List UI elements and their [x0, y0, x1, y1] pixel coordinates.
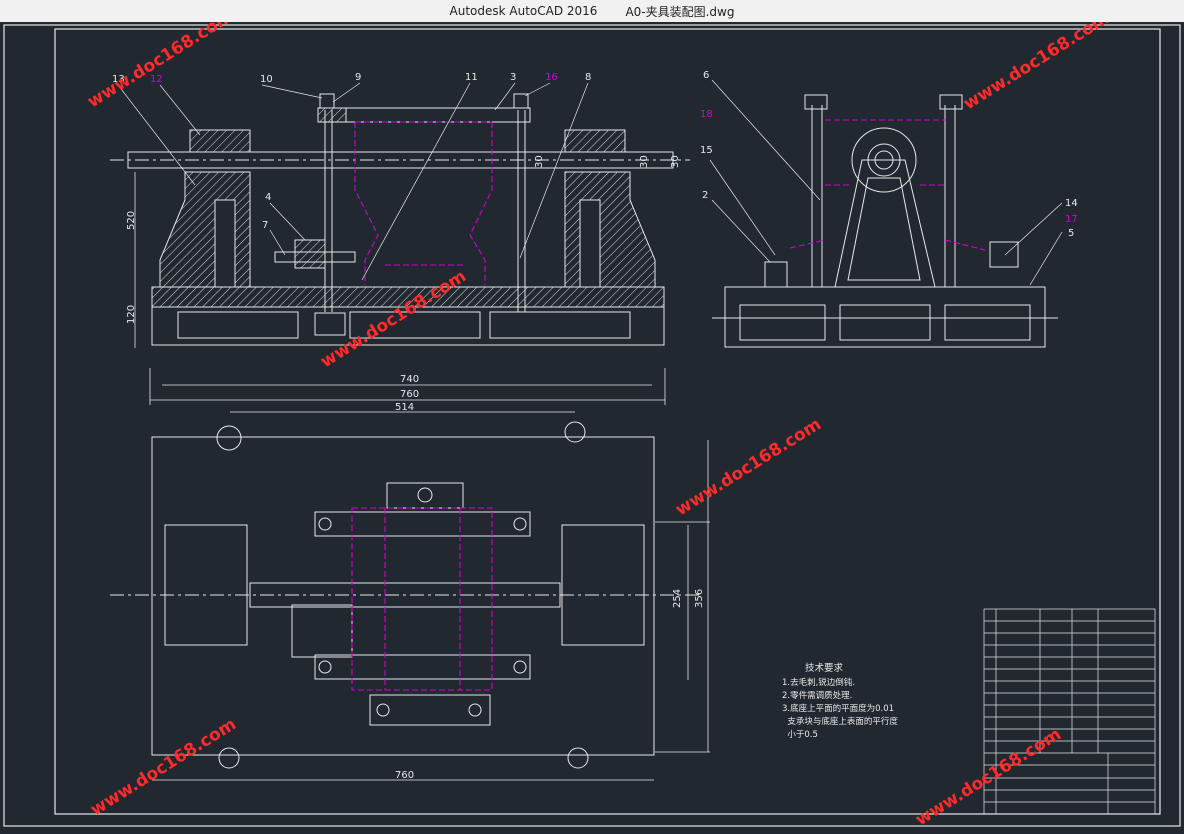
note-line-2: 2.零件需调质处理.: [782, 690, 852, 701]
dim-30-a: 30: [534, 155, 545, 168]
side-base: [724, 286, 1046, 348]
balloon-4: 4: [265, 192, 271, 203]
top-workpiece: [351, 507, 493, 691]
balloon-8: 8: [585, 72, 591, 83]
watermark-4: www.doc168.com: [672, 414, 825, 520]
balloon-10: 10: [260, 74, 273, 85]
dim-520: 520: [126, 211, 137, 230]
dim-760-bottom: 760: [395, 770, 414, 781]
balloon-6: 6: [703, 70, 709, 81]
dim-30-b: 30: [639, 155, 650, 168]
top-view: [110, 421, 700, 769]
right-support: [564, 171, 656, 288]
note-line-3: 3.底座上平面的平面度为0.01: [782, 703, 894, 714]
left-support: [159, 171, 251, 288]
file-name: A0-夹具装配图.dwg: [625, 4, 735, 19]
balloon-7: 7: [262, 220, 268, 231]
balloon-17: 17: [1065, 214, 1078, 225]
note-line-1: 1.去毛刺,锐边倒钝.: [782, 677, 855, 688]
balloon-16: 16: [545, 72, 558, 83]
front-workpiece: [354, 121, 493, 285]
watermark-3: www.doc168.com: [960, 22, 1113, 114]
dim-740: 740: [400, 374, 419, 385]
balloon-18: 18: [700, 109, 713, 120]
balloon-11: 11: [465, 72, 478, 83]
dim-120: 120: [126, 305, 137, 324]
app-name: Autodesk AutoCAD 2016: [449, 4, 598, 18]
cad-drawing[interactable]: 13 12 10 9 11 3 16 8 6 18 15 2 4 7 14 17…: [0, 6, 1184, 830]
balloon-15: 15: [700, 145, 713, 156]
parts-list-table: [983, 608, 1156, 815]
balloon-3: 3: [510, 72, 516, 83]
top-base-outline: [151, 436, 655, 756]
notes-title: 技术要求: [805, 662, 844, 674]
title-bar: Autodesk AutoCAD 2016 A0-夹具装配图.dwg: [0, 0, 1184, 23]
dim-30-c: 30: [670, 155, 681, 168]
watermark-1: www.doc168.com: [84, 22, 237, 112]
watermark-5: www.doc168.com: [87, 714, 240, 820]
note-line-4: 支承块与底座上表面的平行度: [782, 716, 898, 727]
balloon-14: 14: [1065, 198, 1078, 209]
side-workpiece: [789, 119, 986, 251]
watermark-2: www.doc168.com: [317, 266, 470, 372]
dim-760-top: 760: [400, 389, 419, 400]
dim-254: 254: [672, 589, 683, 608]
note-line-5: 小于0.5: [782, 729, 818, 740]
technical-notes: 技术要求 1.去毛刺,锐边倒钝. 2.零件需调质处理. 3.底座上平面的平面度为…: [782, 662, 898, 740]
dim-356: 356: [694, 589, 705, 608]
balloon-2: 2: [702, 190, 708, 201]
dim-514: 514: [395, 402, 414, 413]
watermark-6: www.doc168.com: [912, 724, 1065, 829]
side-view: [712, 94, 1058, 348]
balloon-5: 5: [1068, 228, 1074, 239]
drawing-canvas[interactable]: 13 12 10 9 11 3 16 8 6 18 15 2 4 7 14 17…: [0, 6, 1184, 830]
balloon-9: 9: [355, 72, 361, 83]
